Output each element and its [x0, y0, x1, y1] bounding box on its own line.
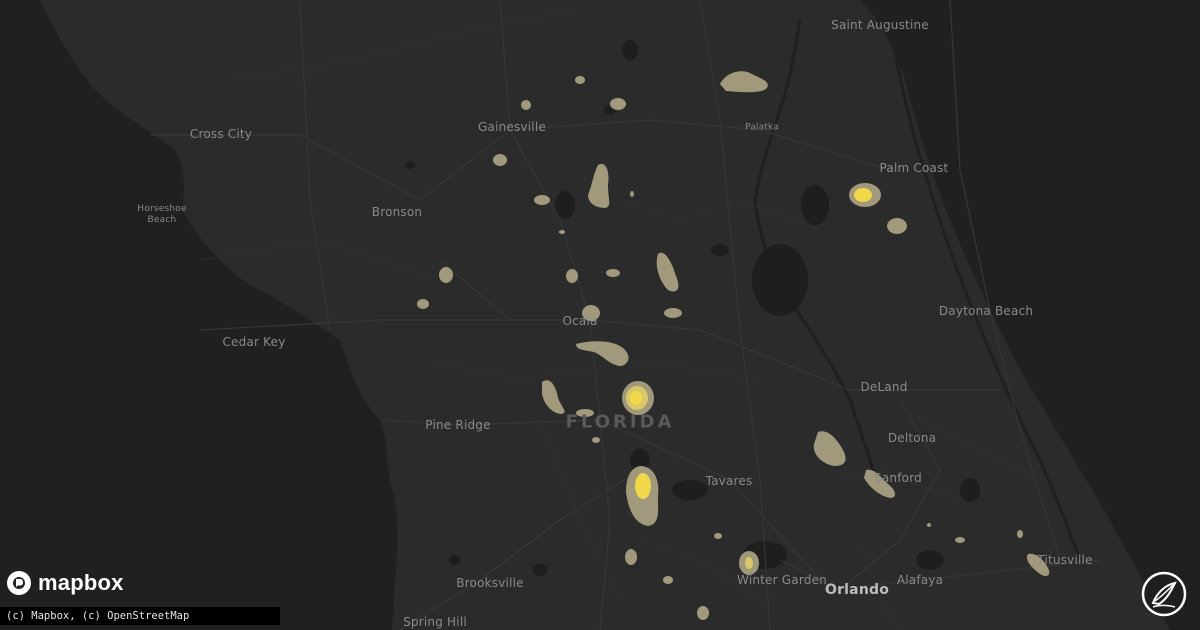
swath-m	[566, 269, 578, 283]
swath-ii	[559, 230, 565, 234]
city-label-spring-hill: Spring Hill	[403, 615, 467, 629]
lake-7	[405, 161, 415, 169]
swath-cc	[714, 533, 722, 539]
swath-u	[592, 437, 600, 443]
lake-5	[960, 478, 980, 502]
orange-lake	[555, 191, 575, 219]
city-label-cross-city: Cross City	[189, 127, 253, 141]
city-label-bronson: Bronson	[371, 205, 423, 219]
swath-v-core	[635, 473, 651, 499]
lake-harris	[672, 480, 708, 500]
city-label-pine-ridge: Pine Ridge	[425, 418, 491, 432]
swath-z-core	[745, 557, 753, 569]
city-label-deltona: Deltona	[887, 431, 937, 445]
swath-g	[521, 100, 531, 110]
swath-k	[664, 308, 682, 318]
city-label-winter-garden: Winter Garden	[737, 573, 827, 587]
city-label-titusville: Titusville	[1037, 553, 1093, 567]
swath-ee	[1017, 530, 1023, 538]
map-view[interactable]: FLORIDA Saint Augustine Gainesville Pala…	[0, 0, 1200, 630]
attribution[interactable]: (c) Mapbox, (c) OpenStreetMap	[0, 607, 280, 625]
swath-w	[625, 549, 637, 565]
swath-h	[575, 76, 585, 84]
swath-l	[606, 269, 620, 277]
feather-circle-icon[interactable]	[1141, 571, 1187, 617]
lake-6	[449, 555, 461, 565]
crescent-lake	[801, 185, 829, 225]
city-label-cedar-key: Cedar Key	[222, 335, 286, 349]
swath-f	[493, 154, 507, 166]
city-label-tavares: Tavares	[705, 474, 753, 488]
city-label-orlando: Orlando	[824, 582, 890, 598]
swath-hh	[630, 191, 634, 197]
swath-b-core	[854, 188, 872, 202]
city-label-gainesville: Gainesville	[478, 120, 546, 134]
swath-i	[610, 98, 626, 110]
city-label-deland: DeLand	[860, 380, 908, 394]
city-label-palatka: Palatka	[744, 122, 780, 133]
city-label-alafaya: Alafaya	[896, 573, 944, 587]
city-label-palm-coast: Palm Coast	[879, 161, 949, 175]
swath-p	[417, 299, 429, 309]
swath-gg	[927, 523, 931, 527]
city-label-sanford: Sanford	[874, 471, 922, 485]
swath-c	[887, 218, 907, 234]
lake-8	[533, 564, 547, 576]
swath-o	[439, 267, 453, 283]
mapbox-logo[interactable]: mapbox	[6, 570, 124, 596]
state-label: FLORIDA	[565, 411, 675, 433]
mapbox-logo-text: mapbox	[38, 570, 124, 595]
city-label-brooksville: Brooksville	[456, 576, 524, 590]
lake-3	[711, 244, 729, 256]
swath-dd	[955, 537, 965, 543]
lake-1	[622, 40, 638, 60]
city-label-saint-augustine: Saint Augustine	[831, 18, 929, 32]
lake-4	[916, 550, 944, 570]
swath-x	[663, 576, 673, 584]
city-label-horseshoe-beach: Horseshoe Beach	[137, 204, 187, 225]
city-label-ocala: Ocala	[562, 314, 598, 328]
city-label-daytona-beach: Daytona Beach	[938, 304, 1034, 318]
swath-e	[534, 195, 550, 205]
swath-r-core	[630, 391, 642, 405]
mapbox-logo-icon	[7, 571, 31, 595]
swath-y	[697, 606, 709, 620]
lake-george	[752, 244, 808, 316]
